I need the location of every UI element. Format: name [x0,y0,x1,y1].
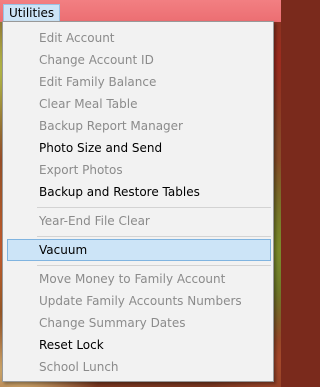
menu-item-backup-report-manager[interactable]: Backup Report Manager [7,115,271,137]
menu-item-export-photos[interactable]: Export Photos [7,159,271,181]
menu-separator [37,236,271,237]
menu-bar: Utilities [0,0,281,22]
menu-separator [37,265,271,266]
menu-item-backup-and-restore-tables[interactable]: Backup and Restore Tables [7,181,271,203]
menu-item-change-account-id[interactable]: Change Account ID [7,49,271,71]
menu-item-school-lunch[interactable]: School Lunch [7,356,271,378]
utilities-dropdown-menu: Edit Account Change Account ID Edit Fami… [2,21,274,382]
menu-item-photo-size-and-send[interactable]: Photo Size and Send [7,137,271,159]
menu-item-reset-lock[interactable]: Reset Lock [7,334,271,356]
menu-item-year-end-file-clear[interactable]: Year-End File Clear [7,210,271,232]
menu-item-edit-family-balance[interactable]: Edit Family Balance [7,71,271,93]
menu-item-edit-account[interactable]: Edit Account [7,27,271,49]
menu-item-change-summary-dates[interactable]: Change Summary Dates [7,312,271,334]
menu-item-update-family-accounts-numbers[interactable]: Update Family Accounts Numbers [7,290,271,312]
menu-item-clear-meal-table[interactable]: Clear Meal Table [7,93,271,115]
utilities-menu[interactable]: Utilities [3,4,61,21]
menu-item-move-money-to-family-account[interactable]: Move Money to Family Account [7,268,271,290]
menu-separator [37,207,271,208]
menu-item-vacuum[interactable]: Vacuum [7,239,271,261]
